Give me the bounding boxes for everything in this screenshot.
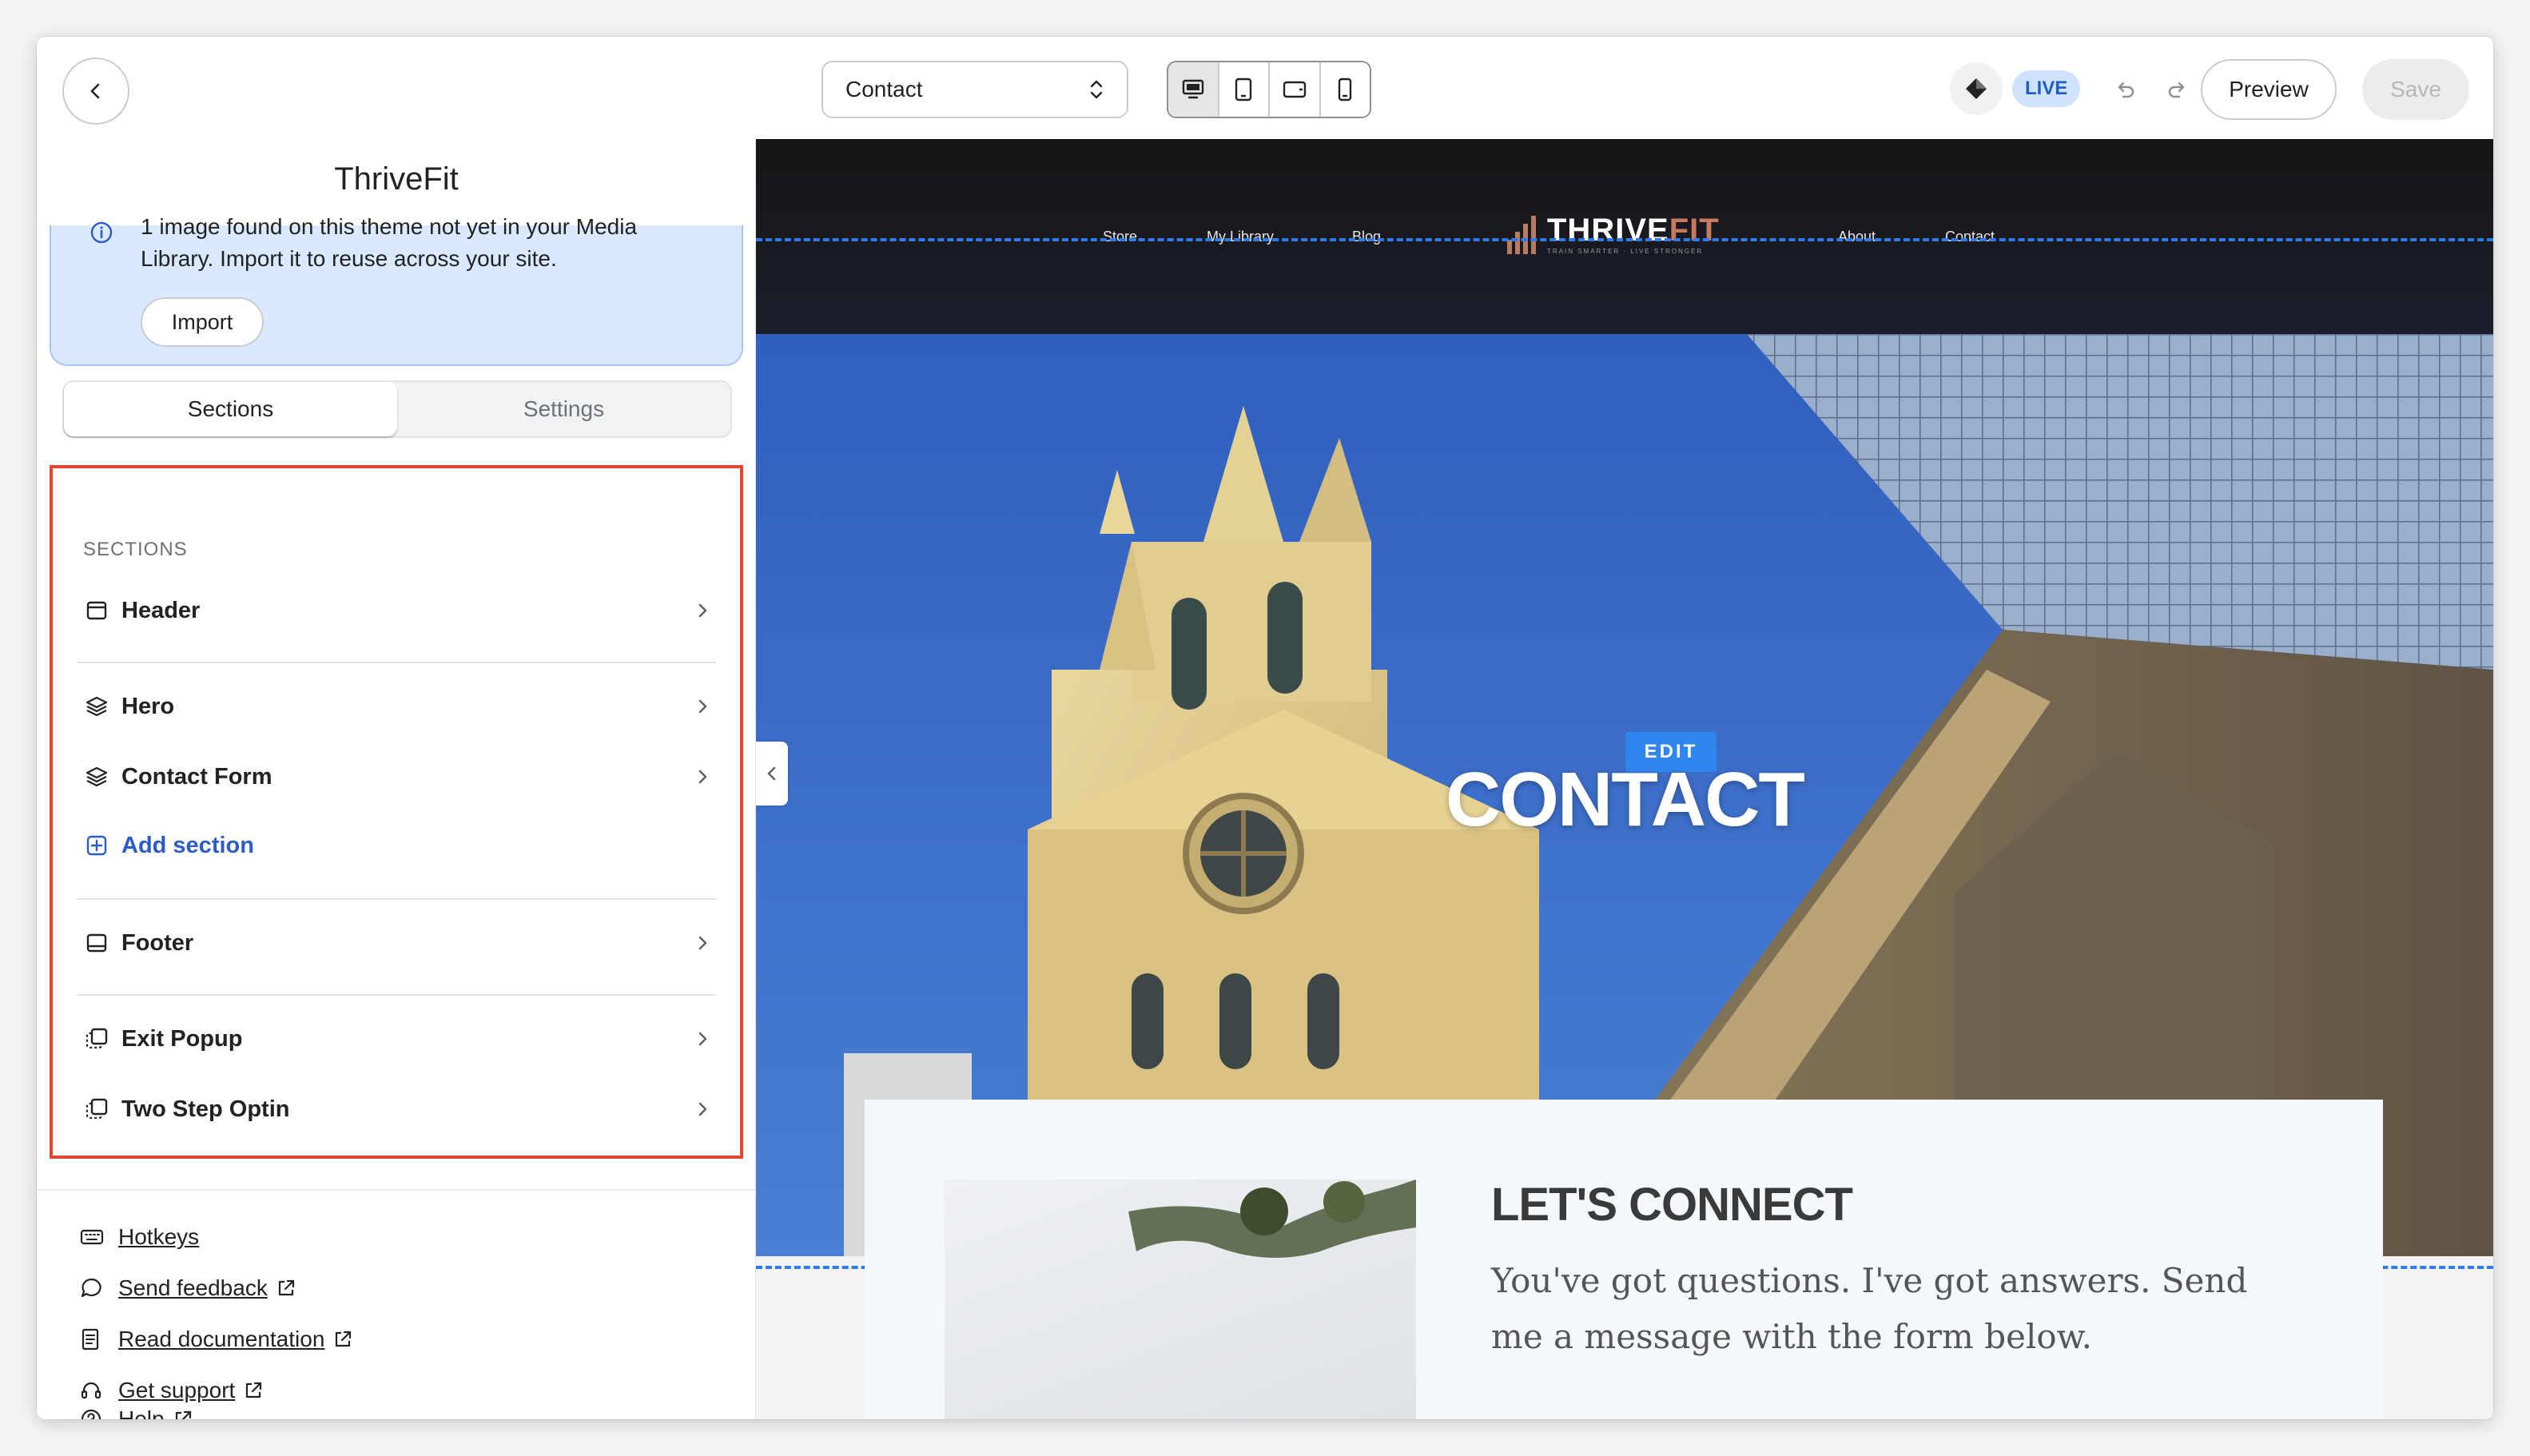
nav-link-blog[interactable]: Blog [1352, 229, 1381, 245]
nav-link-contact[interactable]: Contact [1945, 229, 1995, 245]
headset-icon [81, 1382, 101, 1399]
add-section-button[interactable]: Add section [83, 823, 714, 868]
chevron-right-icon [698, 936, 707, 950]
section-item-label: Contact Form [121, 763, 272, 790]
section-item-label: Two Step Optin [121, 1096, 290, 1122]
section-item-two-step-optin[interactable]: Two Step Optin [83, 1087, 714, 1132]
editor-sidebar: ThriveFit 1 image found on this theme no… [37, 139, 756, 1419]
section-divider [77, 662, 716, 663]
mobile-icon [1339, 78, 1352, 101]
editor-window: Contact LIVE Preview Save ThriveFit 1 im… [37, 37, 2493, 1419]
external-link-icon [175, 1410, 191, 1419]
section-item-hero[interactable]: Hero [83, 684, 714, 729]
section-item-label: Footer [121, 929, 194, 956]
nav-link-about[interactable]: About [1838, 229, 1876, 245]
section-item-exit-popup[interactable]: Exit Popup [83, 1016, 714, 1061]
chevron-left-icon [90, 83, 100, 99]
connect-title[interactable]: LET'S CONNECT [1491, 1178, 1853, 1231]
header-layout-icon [86, 601, 107, 620]
sidebar-footer-divider [37, 1189, 755, 1191]
site-preview-canvas: Store My Library Blog THRIVEFIT TRAIN SM… [756, 139, 2493, 1419]
banner-message: 1 image found on this theme not yet in y… [141, 214, 638, 271]
nav-link-my-library[interactable]: My Library [1207, 229, 1274, 245]
top-bar: Contact LIVE Preview Save [37, 37, 2493, 139]
layers-icon [86, 696, 108, 717]
send-feedback-link[interactable]: Send feedback [80, 1271, 296, 1306]
chat-bubble-icon [81, 1278, 101, 1298]
question-circle-icon [81, 1409, 101, 1419]
sidebar-tabs: Sections Settings [62, 380, 732, 438]
chevron-right-icon [698, 1032, 707, 1046]
contact-form-section[interactable]: LET'S CONNECT You've got questions. I've… [865, 1100, 2383, 1419]
layers-icon [86, 766, 108, 787]
page-select-value: Contact [845, 77, 923, 101]
save-button[interactable]: Save [2362, 59, 2469, 120]
nav-link-store[interactable]: Store [1103, 229, 1137, 245]
external-link-icon [336, 1331, 352, 1347]
section-item-contact-form[interactable]: Contact Form [83, 754, 714, 799]
device-tablet-button[interactable] [1219, 62, 1270, 117]
sections-heading: SECTIONS [83, 539, 188, 560]
import-button[interactable]: Import [141, 297, 264, 347]
section-item-label: Hero [121, 693, 175, 719]
chevron-up-down-icon [1090, 80, 1103, 99]
section-item-footer[interactable]: Footer [83, 921, 714, 965]
redo-icon [2168, 82, 2185, 98]
tab-sections[interactable]: Sections [64, 382, 397, 436]
logo-tagline: TRAIN SMARTER · LIVE STRONGER [1547, 248, 1704, 255]
popup-icon [86, 1028, 108, 1049]
section-item-header[interactable]: Header [83, 588, 714, 633]
undo-icon [2118, 82, 2134, 98]
chevron-right-icon [698, 1102, 707, 1116]
hotkeys-link[interactable]: Hotkeys [80, 1219, 199, 1255]
chevron-right-icon [698, 699, 707, 714]
connect-text[interactable]: You've got questions. I've got answers. … [1491, 1253, 2306, 1365]
section-item-label: Header [121, 597, 201, 623]
logo-text: THRIVEFIT [1547, 213, 1720, 248]
device-toggle [1167, 61, 1371, 118]
tablet-landscape-icon [1283, 81, 1306, 98]
redo-button[interactable] [2156, 69, 2198, 110]
tablet-icon [1235, 78, 1252, 101]
footer-layout-icon [86, 933, 107, 953]
tab-settings[interactable]: Settings [397, 382, 730, 436]
tree-branch-image [1128, 1180, 1416, 1258]
site-logo[interactable]: THRIVEFIT TRAIN SMARTER · LIVE STRONGER [1507, 214, 1720, 255]
live-status-badge: LIVE [2012, 70, 2081, 107]
external-link-icon [278, 1279, 294, 1296]
site-header-section[interactable]: Store My Library Blog THRIVEFIT TRAIN SM… [756, 139, 2493, 334]
logo-bars-icon [1507, 214, 1536, 254]
back-button[interactable] [62, 58, 129, 125]
keyboard-icon [80, 1229, 104, 1245]
section-divider [77, 994, 716, 996]
add-section-label: Add section [121, 832, 254, 858]
chevron-right-icon [698, 603, 707, 618]
external-link-icon [246, 1382, 262, 1398]
document-icon [82, 1328, 99, 1351]
section-divider [77, 898, 716, 900]
page-select[interactable]: Contact [821, 61, 1128, 118]
site-title: ThriveFit [334, 161, 459, 197]
help-link[interactable]: Help [80, 1402, 193, 1419]
section-item-label: Exit Popup [121, 1025, 243, 1052]
device-mobile-button[interactable] [1320, 62, 1370, 117]
chevron-right-icon [698, 770, 707, 784]
diamond-icon [1966, 78, 1987, 99]
info-icon [90, 221, 113, 244]
theme-style-button[interactable] [1950, 62, 2003, 115]
undo-button[interactable] [2105, 69, 2146, 110]
read-documentation-link[interactable]: Read documentation [80, 1322, 353, 1357]
popup-icon [86, 1098, 108, 1120]
preview-button[interactable]: Preview [2201, 59, 2337, 120]
section-boundary-line [756, 238, 2493, 241]
sections-list: SECTIONS Header Hero Contact Form Add se… [50, 465, 743, 1159]
desktop-icon [1182, 79, 1203, 99]
media-import-banner: 1 image found on this theme not yet in y… [50, 214, 743, 366]
hero-title[interactable]: CONTACT [756, 756, 2493, 844]
device-desktop-button[interactable] [1168, 62, 1219, 117]
contact-image [945, 1180, 1416, 1419]
plus-square-icon [86, 835, 107, 856]
device-tablet-landscape-button[interactable] [1270, 62, 1321, 117]
